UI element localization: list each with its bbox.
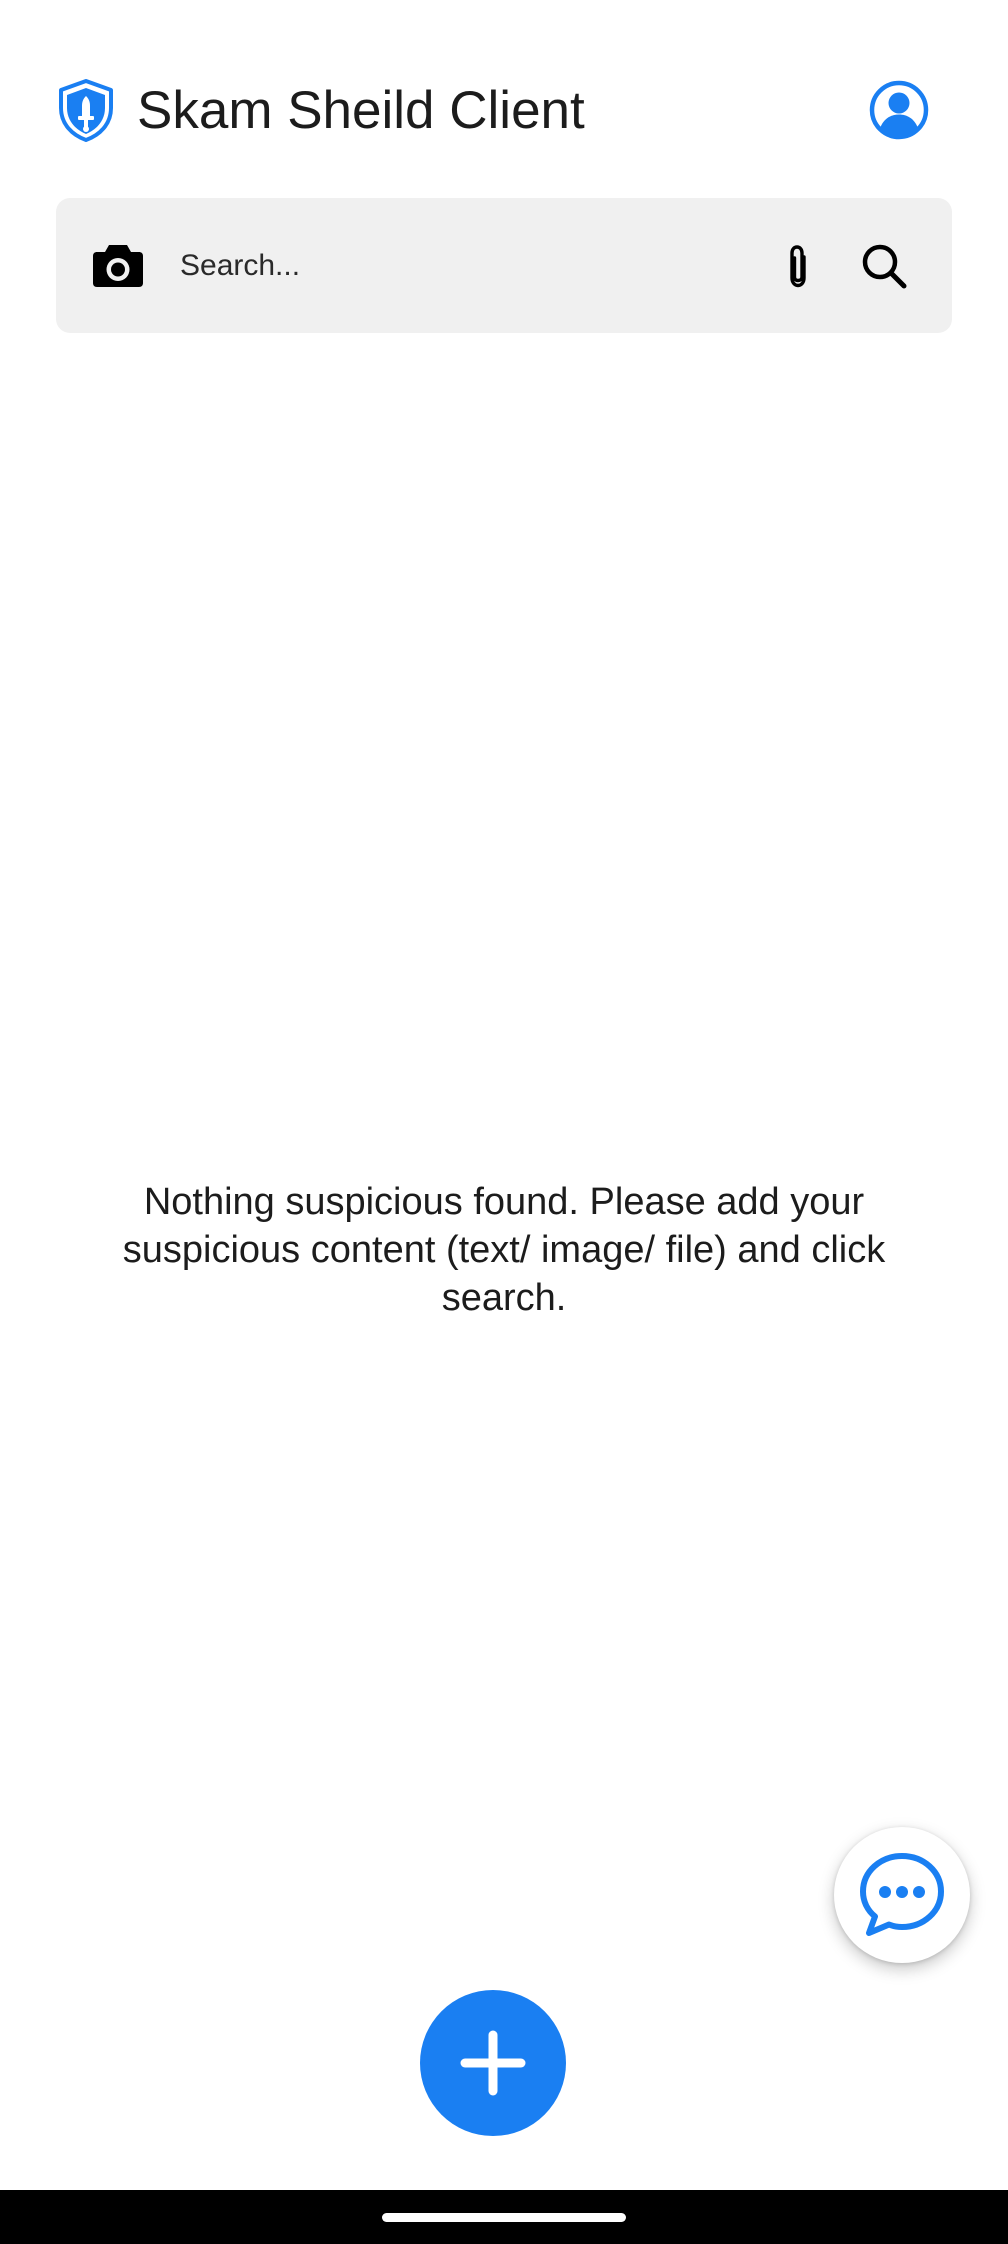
search-bar — [56, 198, 952, 333]
plus-icon — [460, 2030, 526, 2096]
search-icon — [862, 244, 907, 289]
camera-button[interactable] — [92, 241, 144, 289]
attach-button[interactable] — [778, 242, 818, 292]
chat-button[interactable] — [834, 1827, 970, 1963]
add-content-button[interactable] — [420, 1990, 566, 2136]
shield-logo-icon — [56, 78, 116, 142]
search-button[interactable] — [860, 242, 908, 290]
paperclip-icon — [790, 245, 806, 288]
account-circle-icon — [869, 80, 929, 140]
system-navigation-bar — [0, 2190, 1008, 2244]
chat-bubble-icon — [860, 1853, 944, 1936]
camera-icon — [93, 245, 143, 287]
search-input[interactable] — [180, 236, 760, 296]
profile-button[interactable] — [868, 79, 930, 141]
app-title: Skam Sheild Client — [137, 81, 585, 140]
empty-state-message: Nothing suspicious found. Please add you… — [122, 1181, 886, 1319]
home-indicator[interactable] — [382, 2213, 626, 2222]
app-header: Skam Sheild Client — [0, 0, 1008, 190]
